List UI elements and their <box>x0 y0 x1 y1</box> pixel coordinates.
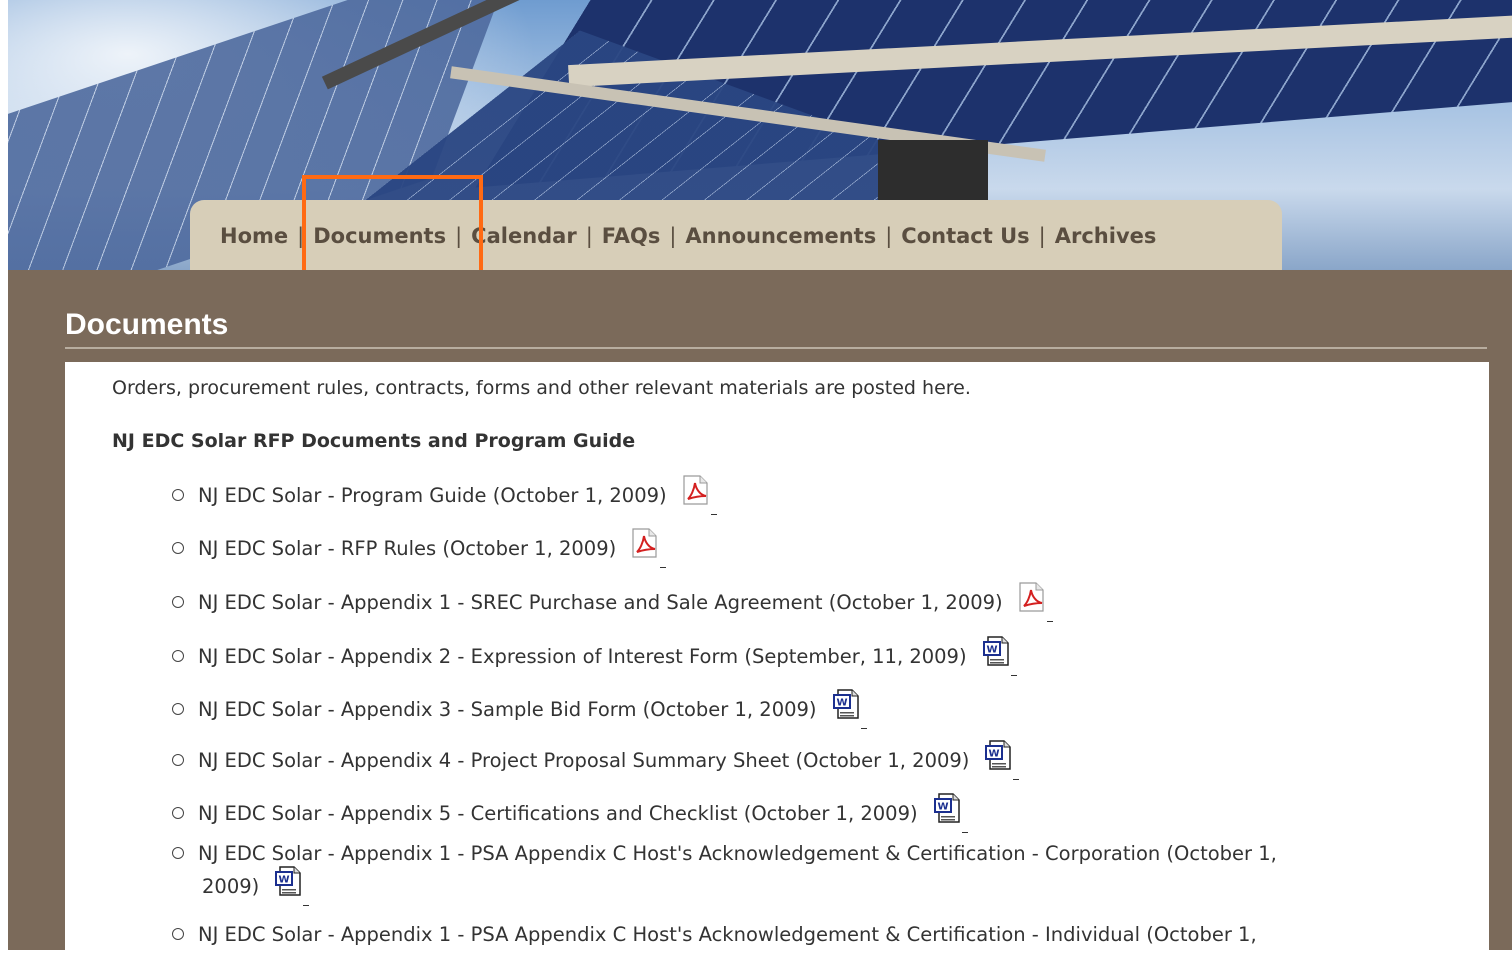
section-heading: NJ EDC Solar RFP Documents and Program G… <box>112 430 636 452</box>
bullet-icon <box>172 702 184 715</box>
pdf-icon[interactable] <box>1017 581 1047 618</box>
document-link[interactable]: 2009) <box>202 875 259 898</box>
document-list-item: NJ EDC Solar - Appendix 1 - SREC Purchas… <box>172 582 1053 622</box>
word-icon[interactable]: W <box>983 739 1013 776</box>
document-link[interactable]: NJ EDC Solar - Appendix 1 - PSA Appendix… <box>198 842 1277 865</box>
svg-text:W: W <box>836 698 847 709</box>
nav-calendar[interactable]: Calendar <box>471 224 577 248</box>
document-link[interactable]: NJ EDC Solar - Appendix 3 - Sample Bid F… <box>198 698 817 721</box>
word-icon[interactable]: W <box>831 688 861 725</box>
pdf-icon[interactable] <box>681 474 711 511</box>
nav-archives[interactable]: Archives <box>1055 224 1157 248</box>
document-link[interactable]: NJ EDC Solar - Appendix 1 - SREC Purchas… <box>198 591 1003 614</box>
document-list-item: NJ EDC Solar - Appendix 4 - Project Prop… <box>172 740 1020 780</box>
bullet-icon <box>172 927 184 940</box>
link-underline <box>660 566 667 568</box>
document-list-item: NJ EDC Solar - Appendix 1 - PSA Appendix… <box>172 923 1257 946</box>
nav-home[interactable]: Home <box>220 224 288 248</box>
nav-separator: | <box>669 224 677 248</box>
bullet-icon <box>172 488 184 501</box>
link-underline <box>1010 674 1017 676</box>
link-underline <box>1013 778 1020 780</box>
document-list-item: NJ EDC Solar - Appendix 5 - Certificatio… <box>172 793 968 833</box>
svg-text:W: W <box>989 749 1000 760</box>
svg-text:W: W <box>937 802 948 813</box>
document-link[interactable]: NJ EDC Solar - Appendix 5 - Certificatio… <box>198 802 918 825</box>
bullet-icon <box>172 846 184 859</box>
document-link[interactable]: NJ EDC Solar - Appendix 2 - Expression o… <box>198 645 967 668</box>
pdf-icon[interactable] <box>630 527 660 564</box>
page-title: Documents <box>65 308 229 341</box>
bullet-icon <box>172 649 184 662</box>
link-underline <box>860 727 867 729</box>
document-link-continuation: 2009) W <box>202 866 310 906</box>
link-underline <box>961 831 968 833</box>
nav-contact-us[interactable]: Contact Us <box>901 224 1029 248</box>
document-link[interactable]: NJ EDC Solar - Appendix 4 - Project Prop… <box>198 749 969 772</box>
document-list-item: NJ EDC Solar - Appendix 1 - PSA Appendix… <box>172 842 1277 906</box>
svg-text:W: W <box>279 875 290 886</box>
bullet-icon <box>172 753 184 766</box>
title-divider <box>65 347 1487 349</box>
document-list-item: NJ EDC Solar - RFP Rules (October 1, 200… <box>172 528 667 568</box>
nav-announcements[interactable]: Announcements <box>685 224 876 248</box>
word-icon[interactable]: W <box>273 865 303 902</box>
nav-faqs[interactable]: FAQs <box>602 224 661 248</box>
bullet-icon <box>172 541 184 554</box>
word-icon[interactable]: W <box>932 792 962 829</box>
link-underline <box>1046 620 1053 622</box>
document-link[interactable]: NJ EDC Solar - RFP Rules (October 1, 200… <box>198 537 616 560</box>
document-link[interactable]: NJ EDC Solar - Appendix 1 - PSA Appendix… <box>198 923 1257 946</box>
nav-separator: | <box>885 224 893 248</box>
link-underline <box>710 513 717 515</box>
bullet-icon <box>172 806 184 819</box>
bullet-icon <box>172 595 184 608</box>
document-link[interactable]: NJ EDC Solar - Program Guide (October 1,… <box>198 484 667 507</box>
word-icon[interactable]: W <box>981 635 1011 672</box>
nav-separator: | <box>585 224 593 248</box>
document-list-item: NJ EDC Solar - Appendix 2 - Expression o… <box>172 636 1017 676</box>
link-underline <box>303 904 310 906</box>
intro-text: Orders, procurement rules, contracts, fo… <box>112 377 971 399</box>
document-list-item: NJ EDC Solar - Program Guide (October 1,… <box>172 475 717 515</box>
document-list-item: NJ EDC Solar - Appendix 3 - Sample Bid F… <box>172 689 867 729</box>
svg-text:W: W <box>986 645 997 656</box>
nav-separator: | <box>1038 224 1046 248</box>
